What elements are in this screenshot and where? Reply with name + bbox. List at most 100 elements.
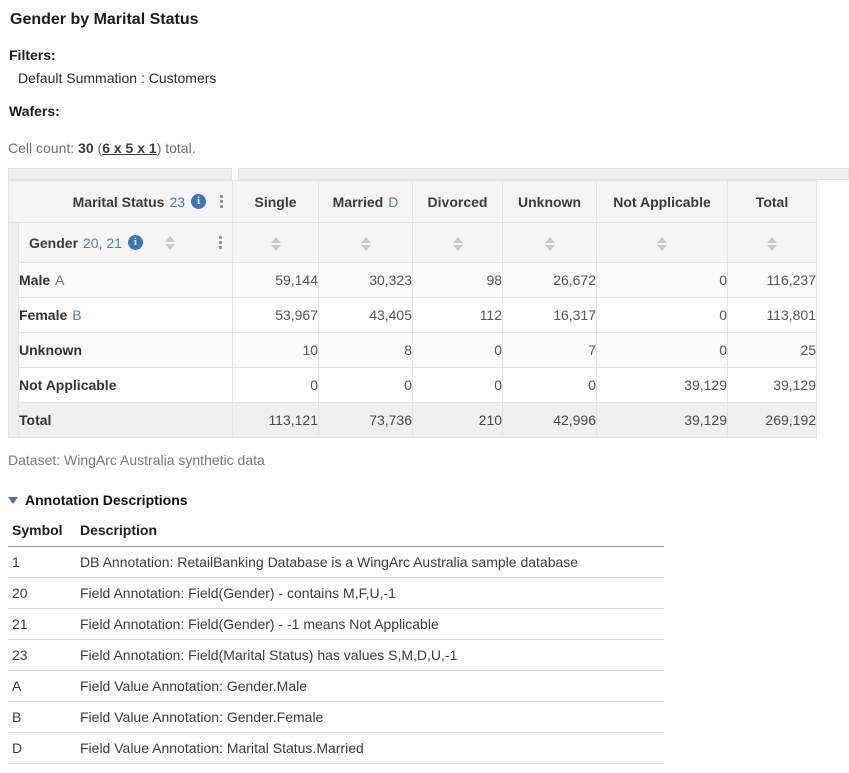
data-cell: 16,317 bbox=[503, 298, 597, 333]
data-cell: 10 bbox=[233, 333, 319, 368]
column-label: Single bbox=[255, 194, 297, 210]
annotation-row: 21 Field Annotation: Field(Gender) - -1 … bbox=[8, 609, 664, 640]
row-label-text: Unknown bbox=[19, 342, 82, 358]
row-annotation-ref: B bbox=[72, 307, 81, 323]
annotation-section-title: Annotation Descriptions bbox=[25, 492, 188, 508]
wafers-label: Wafers: bbox=[9, 103, 849, 119]
sort-icon[interactable] bbox=[545, 237, 555, 251]
page-title: Gender by Marital Status bbox=[10, 11, 849, 29]
info-icon[interactable] bbox=[191, 194, 206, 209]
sort-cell-single bbox=[233, 223, 319, 263]
annotation-description: Field Value Annotation: Gender.Female bbox=[76, 702, 664, 733]
annotation-symbol: 20 bbox=[8, 578, 76, 609]
table-row: Not Applicable 0 0 0 0 39,129 39,129 bbox=[9, 368, 817, 403]
data-cell: 0 bbox=[413, 368, 503, 403]
table-row: MaleA 59,144 30,323 98 26,672 0 116,237 bbox=[9, 263, 817, 298]
sort-icon[interactable] bbox=[361, 237, 371, 251]
annotation-description: Field Value Annotation: Gender.Male bbox=[76, 671, 664, 702]
row-label-text: Total bbox=[19, 412, 51, 428]
marital-status-label: Marital Status bbox=[73, 194, 165, 210]
data-cell: 30,323 bbox=[319, 263, 413, 298]
column-label: Divorced bbox=[428, 194, 488, 210]
column-header-total: Total bbox=[728, 181, 817, 223]
cell-count-value: 30 bbox=[78, 140, 94, 156]
gender-label: Gender bbox=[29, 235, 78, 251]
top-scroll-strip-left bbox=[8, 168, 232, 180]
annotation-row: 23 Field Annotation: Field(Marital Statu… bbox=[8, 640, 664, 671]
column-label: Unknown bbox=[518, 194, 581, 210]
sort-icon[interactable] bbox=[271, 237, 281, 251]
table-row: Unknown 10 8 0 7 0 25 bbox=[9, 333, 817, 368]
sort-cell-married bbox=[319, 223, 413, 263]
column-label: Not Applicable bbox=[613, 194, 711, 210]
data-cell: 0 bbox=[503, 368, 597, 403]
column-header-married: MarriedD bbox=[319, 181, 413, 223]
cell-count-suffix: ) total. bbox=[157, 140, 196, 156]
data-cell: 39,129 bbox=[728, 368, 817, 403]
top-scroll-strip-right bbox=[238, 168, 849, 180]
gender-annotation-ref: 20, 21 bbox=[83, 235, 122, 251]
annotation-row: B Field Value Annotation: Gender.Female bbox=[8, 702, 664, 733]
row-label: MaleA bbox=[19, 263, 233, 298]
row-label-text: Male bbox=[19, 272, 50, 288]
annotation-symbol: B bbox=[8, 702, 76, 733]
annotation-symbol: D bbox=[8, 733, 76, 764]
data-cell: 25 bbox=[728, 333, 817, 368]
annotation-description: Field Annotation: Field(Gender) - contai… bbox=[76, 578, 664, 609]
annotation-symbol: 21 bbox=[8, 609, 76, 640]
annotation-row: 20 Field Annotation: Field(Gender) - con… bbox=[8, 578, 664, 609]
data-cell: 53,967 bbox=[233, 298, 319, 333]
data-cell: 59,144 bbox=[233, 263, 319, 298]
sort-icon[interactable] bbox=[767, 237, 777, 251]
annotation-description: Field Annotation: Field(Marital Status) … bbox=[76, 640, 664, 671]
annotation-section-toggle[interactable]: Annotation Descriptions bbox=[8, 492, 849, 508]
annotation-symbol: A bbox=[8, 671, 76, 702]
kebab-menu-icon[interactable] bbox=[217, 234, 224, 251]
column-dimension-row: Marital Status 23 Single MarriedD Divorc… bbox=[9, 181, 817, 223]
table-row: FemaleB 53,967 43,405 112 16,317 0 113,8… bbox=[9, 298, 817, 333]
data-cell: 0 bbox=[597, 333, 728, 368]
data-cell: 0 bbox=[597, 298, 728, 333]
sort-icon[interactable] bbox=[657, 237, 667, 251]
filters-value: Default Summation : Customers bbox=[18, 70, 849, 86]
sort-cell-total bbox=[728, 223, 817, 263]
info-icon[interactable] bbox=[128, 235, 143, 250]
annotation-symbol: 23 bbox=[8, 640, 76, 671]
table-row-total: Total 113,121 73,736 210 42,996 39,129 2… bbox=[9, 403, 817, 438]
kebab-menu-icon[interactable] bbox=[218, 193, 225, 210]
data-cell: 113,801 bbox=[728, 298, 817, 333]
row-label: Unknown bbox=[19, 333, 233, 368]
data-cell: 39,129 bbox=[597, 403, 728, 438]
cell-count: Cell count: 30 (6 x 5 x 1) total. bbox=[8, 140, 849, 156]
row-label-text: Not Applicable bbox=[19, 377, 117, 393]
column-header-single: Single bbox=[233, 181, 319, 223]
row-label-text: Female bbox=[19, 307, 67, 323]
marital-status-annotation-ref: 23 bbox=[169, 194, 185, 210]
top-scroll-strip bbox=[8, 168, 849, 180]
data-cell: 269,192 bbox=[728, 403, 817, 438]
data-cell: 39,129 bbox=[597, 368, 728, 403]
gender-header-cell: Gender 20, 21 bbox=[19, 223, 233, 263]
annotation-description-header: Description bbox=[76, 518, 664, 547]
row-group-gutter bbox=[9, 223, 19, 438]
data-cell: 0 bbox=[319, 368, 413, 403]
annotation-row: 1 DB Annotation: RetailBanking Database … bbox=[8, 547, 664, 578]
sort-icon[interactable] bbox=[165, 236, 175, 250]
sort-cell-divorced bbox=[413, 223, 503, 263]
data-cell: 42,996 bbox=[503, 403, 597, 438]
data-cell: 98 bbox=[413, 263, 503, 298]
column-label: Married bbox=[333, 194, 384, 210]
marital-status-header-cell: Marital Status 23 bbox=[9, 181, 233, 223]
data-cell: 73,736 bbox=[319, 403, 413, 438]
sort-icon[interactable] bbox=[453, 237, 463, 251]
data-cell: 0 bbox=[413, 333, 503, 368]
data-cell: 113,121 bbox=[233, 403, 319, 438]
sort-cell-unknown bbox=[503, 223, 597, 263]
annotation-symbol: 1 bbox=[8, 547, 76, 578]
data-cell: 116,237 bbox=[728, 263, 817, 298]
row-dimension-row: Gender 20, 21 bbox=[9, 223, 817, 263]
row-label: Not Applicable bbox=[19, 368, 233, 403]
data-cell: 0 bbox=[597, 263, 728, 298]
cell-count-dims-link[interactable]: 6 x 5 x 1 bbox=[102, 140, 157, 156]
column-header-divorced: Divorced bbox=[413, 181, 503, 223]
